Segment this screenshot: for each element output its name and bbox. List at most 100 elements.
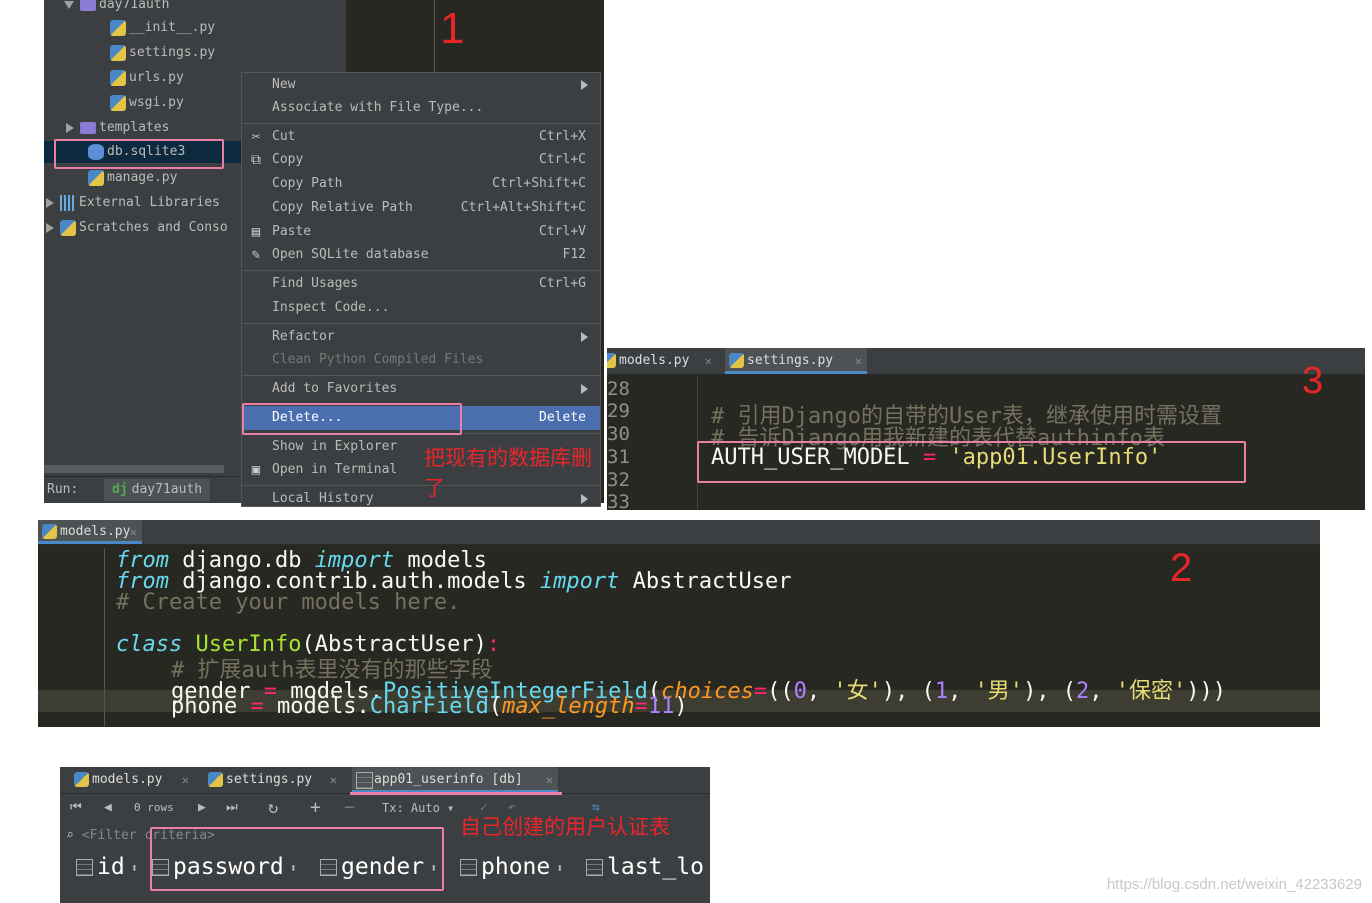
- highlight-underline-tab: [350, 792, 562, 795]
- column-header-phone[interactable]: phone ⬍: [460, 850, 563, 884]
- prev-page-icon[interactable]: ◀: [104, 796, 112, 820]
- horizontal-scrollbar[interactable]: [44, 465, 224, 473]
- menu-item-new[interactable]: New: [242, 73, 600, 97]
- line-number: 28: [607, 378, 630, 400]
- menu-item-copy-relative-path[interactable]: Copy Relative Path Ctrl+Alt+Shift+C: [242, 196, 600, 220]
- menu-item-find-usages[interactable]: Find Usages Ctrl+G: [242, 272, 600, 296]
- folder-icon: [80, 0, 96, 11]
- scratches-icon: [60, 219, 76, 236]
- tree-item-wsgi[interactable]: wsgi.py: [110, 92, 184, 114]
- close-icon[interactable]: ✕: [855, 348, 862, 374]
- menu-item-copy[interactable]: ⧉ Copy Ctrl+C: [242, 148, 600, 172]
- column-icon: [76, 859, 93, 876]
- close-icon[interactable]: ✕: [130, 520, 137, 544]
- tree-item-day71auth[interactable]: day71auth: [64, 0, 169, 16]
- editor-tab-bar: models.py ✕ settings.py ✕: [607, 348, 1365, 375]
- code-line-3: # Create your models here.: [116, 590, 461, 615]
- menu-item-associate[interactable]: Associate with File Type...: [242, 96, 600, 120]
- last-page-icon[interactable]: ⏭: [226, 796, 238, 820]
- editor-tab-bar: models.py ✕: [38, 520, 1320, 545]
- tab-models-py[interactable]: models.py ✕: [70, 767, 194, 793]
- collapse-arrow-icon[interactable]: [46, 197, 54, 208]
- submenu-arrow-icon: [581, 80, 588, 90]
- first-page-icon[interactable]: ⏮: [70, 796, 82, 820]
- menu-item-open-sqlite[interactable]: ✎ Open SQLite database F12: [242, 243, 600, 267]
- close-icon[interactable]: ✕: [182, 767, 189, 793]
- tree-item-urls[interactable]: urls.py: [110, 67, 184, 89]
- editor-tab-bar: models.py ✕ settings.py ✕ app01_userinfo […: [60, 767, 710, 794]
- note-custom-auth-table: 自己创建的用户认证表: [460, 815, 670, 839]
- gutter-divider: [104, 548, 105, 727]
- step-number-2: 2: [1170, 546, 1193, 590]
- python-file-icon: [208, 772, 223, 787]
- menu-item-refactor[interactable]: Refactor: [242, 325, 600, 349]
- close-icon[interactable]: ✕: [330, 767, 337, 793]
- watermark: https://blog.csdn.net/weixin_42233629: [1106, 876, 1362, 893]
- tab-models-py[interactable]: models.py ✕: [607, 348, 717, 374]
- tree-item-external-libraries[interactable]: External Libraries: [46, 192, 220, 214]
- collapse-arrow-icon[interactable]: [46, 222, 54, 233]
- tab-settings-py[interactable]: settings.py ✕: [204, 767, 342, 793]
- terminal-icon: ▣: [251, 462, 261, 478]
- tab-models-py[interactable]: models.py ✕: [38, 520, 142, 544]
- submenu-arrow-icon: [581, 384, 588, 394]
- python-file-icon: [607, 353, 616, 368]
- column-header-id[interactable]: id ⬍: [76, 850, 138, 884]
- column-icon: [586, 859, 603, 876]
- menu-item-cut[interactable]: ✂ Cut Ctrl+X: [242, 125, 600, 149]
- expand-arrow-icon[interactable]: [64, 0, 74, 9]
- python-file-icon: [729, 353, 744, 368]
- menu-item-clean-compiled: Clean Python Compiled Files: [272, 352, 484, 367]
- remove-row-icon[interactable]: −: [344, 796, 355, 820]
- tree-item-init[interactable]: __init__.py: [110, 17, 215, 39]
- tab-app01-userinfo[interactable]: app01_userinfo [db] ✕: [352, 767, 558, 793]
- collapse-arrow-icon[interactable]: [66, 122, 74, 133]
- sort-icon[interactable]: ⬍: [131, 851, 138, 885]
- python-file-icon: [88, 169, 104, 186]
- menu-item-add-favorites[interactable]: Add to Favorites: [242, 377, 600, 401]
- paste-icon: ▤: [251, 224, 261, 240]
- tab-settings-py[interactable]: settings.py ✕: [725, 348, 867, 374]
- submenu-arrow-icon: [581, 332, 588, 342]
- folder-icon: [80, 121, 96, 134]
- highlight-delete: [242, 403, 462, 435]
- tx-mode-select[interactable]: Tx: Auto ▾: [382, 796, 454, 820]
- next-page-icon[interactable]: ▶: [198, 796, 206, 820]
- step-number-3: 3: [1302, 360, 1324, 402]
- scissors-icon: ✂: [251, 129, 261, 145]
- refresh-icon[interactable]: ↻: [268, 796, 278, 820]
- close-icon[interactable]: ✕: [705, 348, 712, 374]
- editor-guide: [434, 0, 435, 72]
- menu-item-paste[interactable]: ▤ Paste Ctrl+V: [242, 220, 600, 244]
- line-number: 33: [607, 491, 630, 510]
- line-number: 30: [607, 423, 630, 445]
- table-icon: [356, 772, 373, 789]
- sort-icon[interactable]: ⬍: [556, 851, 563, 885]
- menu-item-copy-path[interactable]: Copy Path Ctrl+Shift+C: [242, 172, 600, 196]
- column-icon: [460, 859, 477, 876]
- run-config-tab[interactable]: dj day71auth: [104, 479, 211, 501]
- tree-item-settings[interactable]: settings.py: [110, 42, 215, 64]
- models-editor-panel: models.py ✕ from django.db import models …: [38, 520, 1320, 727]
- tree-item-templates[interactable]: templates: [66, 117, 169, 139]
- tree-item-manage[interactable]: manage.py: [88, 167, 177, 189]
- line-number: 31: [607, 446, 630, 468]
- python-file-icon: [74, 772, 89, 787]
- highlight-db-sqlite3: [54, 139, 224, 169]
- python-file-icon: [42, 524, 57, 539]
- search-icon: ⌕: [66, 828, 74, 843]
- tree-item-scratches[interactable]: Scratches and Conso: [46, 217, 228, 239]
- python-file-icon: [110, 69, 126, 86]
- menu-item-inspect-code[interactable]: Inspect Code...: [242, 296, 600, 320]
- close-icon[interactable]: ✕: [546, 767, 553, 793]
- library-icon: [60, 194, 76, 211]
- context-menu: New Associate with File Type... ✂ Cut Ctrl…: [241, 72, 601, 507]
- pencil-icon: ✎: [251, 247, 261, 263]
- line-number: 29: [607, 400, 630, 422]
- rows-count: 0 rows: [134, 801, 174, 814]
- highlight-auth-user-model: [697, 441, 1246, 483]
- line-number: 32: [607, 469, 630, 491]
- column-header-last-login[interactable]: last_lo: [586, 850, 704, 884]
- add-row-icon[interactable]: +: [310, 796, 321, 820]
- highlight-new-columns: [150, 827, 444, 891]
